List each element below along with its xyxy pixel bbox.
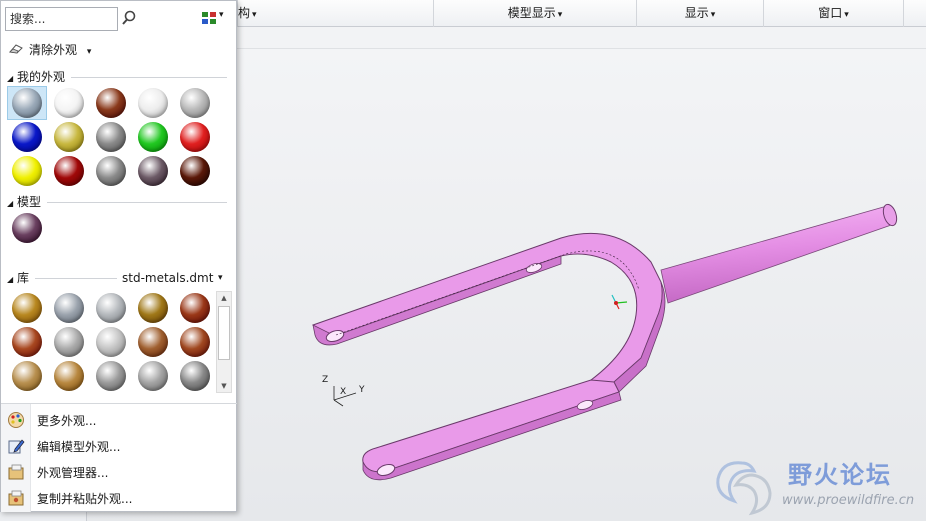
scroll-down-arrow-icon[interactable]: ▼: [217, 380, 231, 392]
palette-icon: [8, 412, 24, 428]
my-appearance-swatch[interactable]: [12, 156, 42, 186]
my-appearance-swatch[interactable]: [180, 88, 210, 118]
copy-paste-appearance-icon: [8, 490, 24, 506]
my-appearance-swatch[interactable]: [54, 156, 84, 186]
library-appearance-swatch[interactable]: [138, 293, 168, 323]
axis-label-y: Y: [359, 385, 365, 395]
my-appearance-swatch[interactable]: [12, 88, 42, 118]
search-icon[interactable]: [120, 9, 138, 27]
gallery-view-button[interactable]: ▾: [201, 10, 229, 25]
library-appearance-swatch[interactable]: [96, 361, 126, 391]
my-appearance-swatch[interactable]: [138, 156, 168, 186]
library-appearance-swatch[interactable]: [12, 327, 42, 357]
forum-watermark: 野火论坛 www.proewildfire.cn: [712, 455, 922, 517]
my-appearance-swatch[interactable]: [180, 156, 210, 186]
appearance-gallery-panel: 搜索... ▾ 清除外观 ▾ ◢ 我的外观 ◢ 模型 ◢ 库 std-metals.d…: [0, 0, 237, 512]
my-appearance-swatch[interactable]: [96, 88, 126, 118]
library-scrollbar[interactable]: ▲ ▼: [216, 291, 232, 393]
menu-display[interactable]: 显示 ▾: [636, 0, 763, 27]
library-appearance-swatch[interactable]: [54, 361, 84, 391]
library-appearance-swatch[interactable]: [180, 361, 210, 391]
collapse-triangle-icon: ◢: [7, 275, 14, 284]
csys-triad: [611, 294, 628, 310]
library-appearance-swatch[interactable]: [96, 327, 126, 357]
my-appearance-swatch[interactable]: [96, 122, 126, 152]
chevron-down-icon[interactable]: ▾: [218, 270, 223, 286]
watermark-url: www.proewildfire.cn: [782, 493, 915, 508]
section-divider: [47, 202, 227, 203]
watermark-logo-icon: [716, 461, 772, 516]
my-appearance-swatch[interactable]: [54, 88, 84, 118]
section-my-appearances[interactable]: ◢ 我的外观: [7, 69, 229, 85]
library-appearance-swatch[interactable]: [96, 293, 126, 323]
scrollbar-thumb[interactable]: [218, 306, 230, 360]
section-divider: [71, 77, 227, 78]
my-appearance-swatch[interactable]: [138, 122, 168, 152]
library-appearance-swatch[interactable]: [180, 327, 210, 357]
menu-structure[interactable]: 构 ▾: [237, 0, 433, 27]
menu-window[interactable]: 窗口 ▾: [763, 0, 904, 27]
grid-view-icon: [202, 12, 216, 24]
collapse-triangle-icon: ◢: [7, 199, 14, 208]
actions-divider: [1, 403, 237, 404]
watermark-title: 野火论坛: [788, 461, 892, 489]
chevron-down-icon: ▾: [86, 47, 92, 57]
section-divider: [35, 278, 117, 279]
library-appearance-swatch[interactable]: [180, 293, 210, 323]
section-library[interactable]: ◢ 库 std-metals.dmt ▾: [7, 270, 229, 286]
clear-appearance-button[interactable]: 清除外观 ▾: [9, 41, 91, 59]
search-input[interactable]: 搜索...: [5, 7, 118, 31]
menu-model-display[interactable]: 模型显示 ▾: [433, 0, 636, 27]
library-appearance-swatch[interactable]: [12, 293, 42, 323]
axis-label-x: X: [340, 387, 347, 397]
library-appearance-swatch[interactable]: [138, 361, 168, 391]
my-appearance-swatch[interactable]: [54, 122, 84, 152]
my-appearance-swatch[interactable]: [12, 122, 42, 152]
more-appearances-action[interactable]: 更多外观...: [1, 407, 237, 433]
eraser-icon: [9, 44, 23, 54]
library-appearance-swatch[interactable]: [54, 327, 84, 357]
u-fork: [312, 232, 666, 481]
library-appearance-swatch[interactable]: [138, 327, 168, 357]
appearance-manager-action[interactable]: 外观管理器...: [1, 459, 237, 485]
collapse-triangle-icon: ◢: [7, 74, 14, 83]
my-appearance-swatch[interactable]: [96, 156, 126, 186]
scroll-up-arrow-icon[interactable]: ▲: [217, 292, 231, 304]
appearance-manager-icon: [8, 464, 24, 480]
my-appearance-swatch[interactable]: [138, 88, 168, 118]
section-model[interactable]: ◢ 模型: [7, 194, 229, 210]
axis-label-z: Z: [322, 375, 329, 385]
edit-appearance-icon: [8, 439, 25, 454]
copy-paste-appearance-action[interactable]: 复制并粘贴外观...: [1, 485, 237, 511]
edit-model-appearance-action[interactable]: 编辑模型外观...: [1, 433, 237, 459]
model-appearance-swatch[interactable]: [12, 213, 42, 243]
my-appearance-swatch[interactable]: [180, 122, 210, 152]
library-appearance-swatch[interactable]: [12, 361, 42, 391]
chevron-down-icon: ▾: [219, 10, 224, 20]
library-file-name[interactable]: std-metals.dmt: [122, 270, 213, 286]
rod-shaft: [660, 203, 898, 304]
library-appearance-swatch[interactable]: [54, 293, 84, 323]
